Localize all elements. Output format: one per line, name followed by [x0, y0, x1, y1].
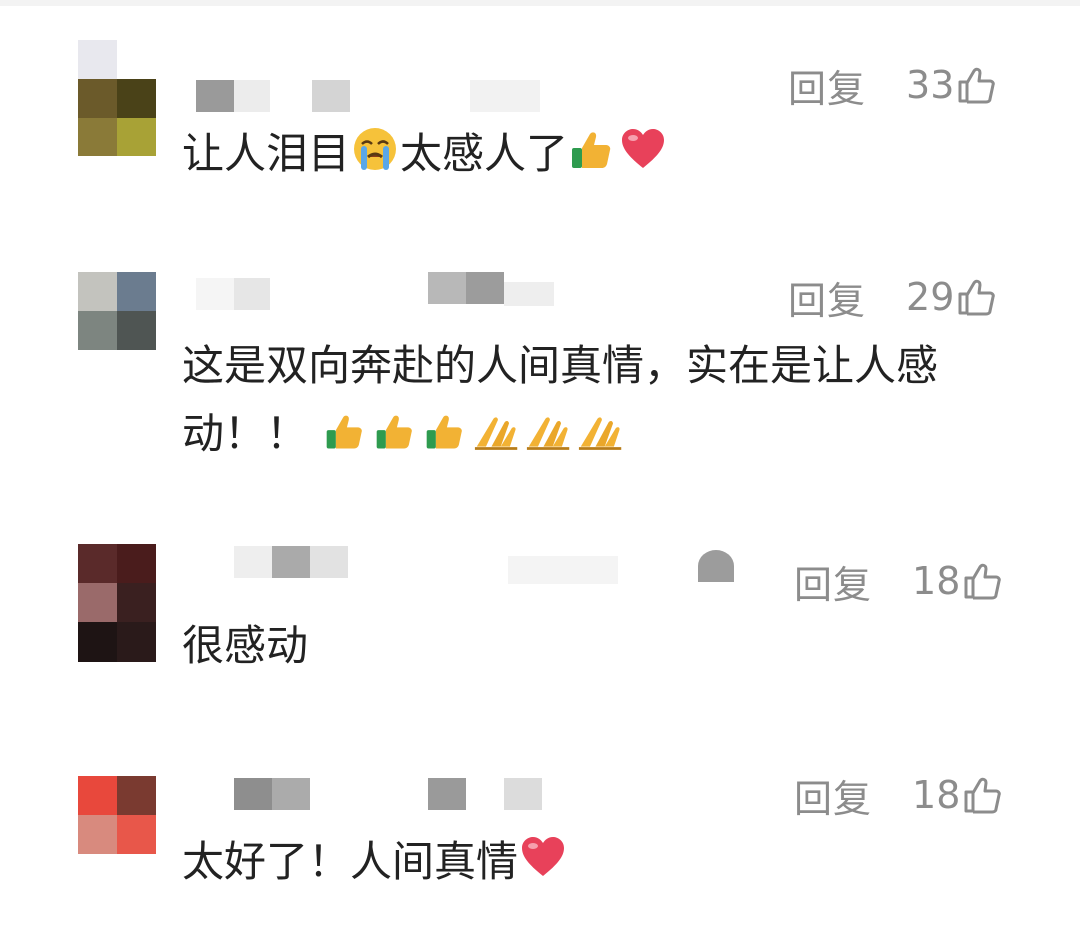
comment-text-part: 太感人了 [400, 129, 569, 178]
reply-button[interactable]: 回复 [788, 270, 866, 325]
ok-hand-icon [575, 408, 627, 454]
comment-text: 这是双向奔赴的人间真情，实在是让人感动！！ [182, 332, 1012, 468]
thumbs-up-icon[interactable] [962, 775, 1002, 815]
ok-hand-icon [471, 408, 523, 454]
like-count: 18 [912, 773, 961, 817]
avatar[interactable] [78, 544, 156, 662]
reply-button[interactable]: 回复 [794, 768, 872, 823]
like-count: 18 [912, 559, 961, 603]
thumbs-up-icon[interactable] [956, 65, 996, 105]
top-divider [0, 0, 1080, 6]
comment-text: 很感动 [182, 621, 309, 670]
thumbs-up-icon [371, 408, 421, 454]
comment-text: 让人泪目 太感人了 [182, 120, 1012, 188]
red-heart-icon [518, 832, 568, 882]
thumbs-up-icon[interactable] [956, 277, 996, 317]
thumbs-up-icon [321, 408, 371, 454]
reply-button[interactable]: 回复 [788, 58, 866, 113]
like-count: 29 [906, 275, 955, 319]
thumbs-up-icon[interactable] [962, 561, 1002, 601]
comment-text-part: 太好了！人间真情 [182, 837, 519, 886]
red-heart-icon [618, 124, 668, 174]
avatar[interactable] [78, 40, 156, 118]
thumbs-up-icon [421, 408, 471, 454]
comment-text: 太好了！人间真情 [182, 828, 1012, 896]
avatar[interactable] [78, 272, 156, 350]
thumbs-up-icon [568, 124, 618, 174]
reply-button[interactable]: 回复 [794, 554, 872, 609]
ok-hand-icon [523, 408, 575, 454]
crying-face-icon [350, 124, 400, 174]
comment-text-part: 让人泪目 [182, 129, 351, 178]
like-count: 33 [906, 63, 955, 107]
avatar[interactable] [78, 776, 156, 854]
avatar-lower [78, 118, 156, 156]
